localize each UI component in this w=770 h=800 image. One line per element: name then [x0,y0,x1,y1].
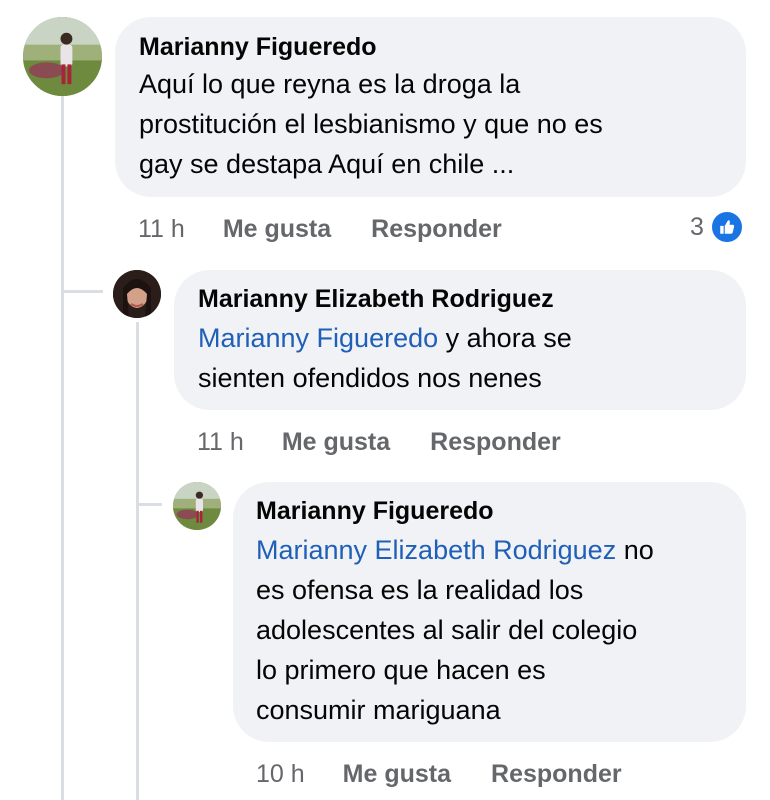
comment-author[interactable]: Marianny Elizabeth Rodriguez [198,284,722,314]
reaction-summary[interactable]: 3 [690,209,744,245]
comment-actions: 11 h Me gusta Responder [138,212,502,246]
reaction-count: 3 [690,212,704,241]
thread-line-branch-1 [61,290,103,293]
avatar[interactable] [23,17,102,96]
avatar[interactable] [113,270,161,318]
comment-bubble[interactable]: Marianny Figueredo Marianny Elizabeth Ro… [233,482,746,742]
comment-text: Aquí lo que reyna es la droga la prostit… [139,69,603,179]
reply-button[interactable]: Responder [491,760,622,789]
comment-author[interactable]: Marianny Figueredo [139,32,722,62]
mention-link[interactable]: Marianny Figueredo [198,323,438,353]
comment-author[interactable]: Marianny Figueredo [256,496,723,526]
like-button[interactable]: Me gusta [282,428,390,457]
comment-timestamp[interactable]: 10 h [256,760,305,789]
comment-text: Marianny Elizabeth Rodriguez no es ofens… [256,535,654,725]
like-button[interactable]: Me gusta [223,215,331,244]
like-button[interactable]: Me gusta [343,760,451,789]
profile-photo [113,270,161,318]
mention-link[interactable]: Marianny Elizabeth Rodriguez [256,535,616,565]
profile-photo [173,482,221,530]
comment-timestamp[interactable]: 11 h [197,428,244,457]
thread-line-reply [136,322,139,800]
comment-bubble[interactable]: Marianny Figueredo Aquí lo que reyna es … [115,17,746,197]
comment-bubble[interactable]: Marianny Elizabeth Rodriguez Marianny Fi… [174,270,746,410]
thumbs-up-icon [709,210,744,244]
thread-line-main [61,96,64,800]
comment-text: Marianny Figueredo y ahora se sienten of… [198,323,572,393]
avatar[interactable] [173,482,221,530]
comment-timestamp[interactable]: 11 h [138,215,185,244]
thread-line-branch-2 [136,503,162,506]
comment-actions: 10 h Me gusta Responder [256,757,622,791]
profile-photo [23,17,102,96]
reply-button[interactable]: Responder [371,215,502,244]
comment-actions: 11 h Me gusta Responder [197,425,561,459]
reply-button[interactable]: Responder [430,428,561,457]
